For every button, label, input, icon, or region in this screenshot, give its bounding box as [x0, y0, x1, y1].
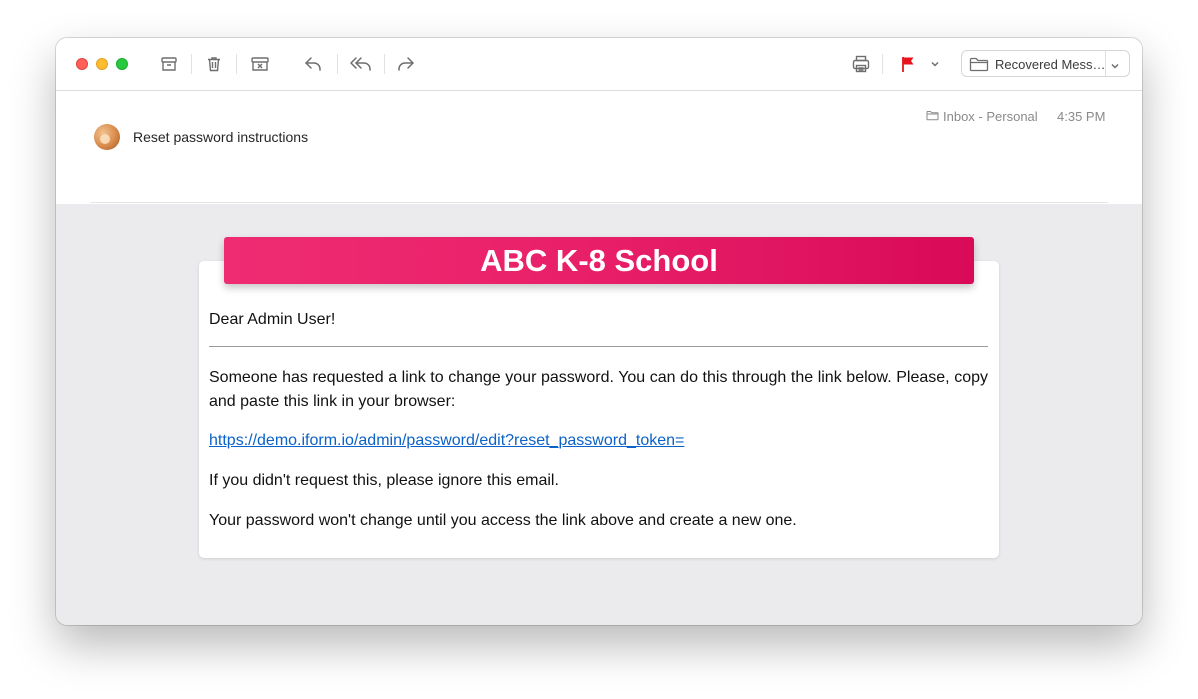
- toolbar-separator: [337, 54, 338, 74]
- junk-icon[interactable]: [248, 52, 272, 76]
- chevron-down-icon[interactable]: [1110, 58, 1120, 76]
- email-divider: [209, 346, 988, 347]
- toolbar-separator: [236, 54, 237, 74]
- email-paragraph: If you didn't request this, please ignor…: [209, 472, 559, 489]
- forward-icon[interactable]: [394, 52, 418, 76]
- move-to-folder-select[interactable]: Recovered Messages: [961, 50, 1130, 77]
- reply-all-icon[interactable]: [346, 52, 376, 76]
- sender-avatar: [94, 124, 120, 150]
- email-card: Dear Admin User! Someone has requested a…: [199, 261, 999, 558]
- print-icon[interactable]: [849, 52, 873, 76]
- folder-select-divider: [1105, 51, 1106, 76]
- message-header: Reset password instructions Inbox - Pers…: [56, 91, 1142, 204]
- mailbox-name: Inbox - Personal: [943, 109, 1038, 124]
- message-body: Dear Admin User! Someone has requested a…: [56, 204, 1142, 625]
- toolbar-separator: [384, 54, 385, 74]
- toolbar-separator: [191, 54, 192, 74]
- toolbar-separator: [882, 54, 883, 74]
- folder-icon: [926, 109, 939, 124]
- toolbar: Recovered Messages: [56, 38, 1142, 91]
- email-paragraph: Your password won't change until you acc…: [209, 512, 797, 529]
- archive-icon[interactable]: [157, 52, 181, 76]
- close-window-button[interactable]: [76, 58, 88, 70]
- minimize-window-button[interactable]: [96, 58, 108, 70]
- mail-window: Recovered Messages Reset password instru…: [56, 38, 1142, 625]
- folder-icon: [969, 56, 989, 77]
- reset-password-link[interactable]: https://demo.iform.io/admin/password/edi…: [209, 432, 684, 450]
- folder-select-label: Recovered Messages: [995, 57, 1107, 72]
- chevron-down-icon[interactable]: [927, 52, 943, 76]
- mailbox-label: Inbox - Personal: [926, 109, 1038, 124]
- reply-icon[interactable]: [301, 52, 325, 76]
- email-paragraph: Someone has requested a link to change y…: [209, 369, 988, 410]
- trash-icon[interactable]: [202, 52, 226, 76]
- zoom-window-button[interactable]: [116, 58, 128, 70]
- email-greeting: Dear Admin User!: [209, 311, 336, 328]
- header-divider: [90, 202, 1108, 203]
- flag-icon[interactable]: [896, 52, 920, 76]
- school-banner: ABC K-8 School: [224, 237, 974, 284]
- message-subject: Reset password instructions: [133, 129, 309, 145]
- message-time: 4:35 PM: [1057, 109, 1106, 124]
